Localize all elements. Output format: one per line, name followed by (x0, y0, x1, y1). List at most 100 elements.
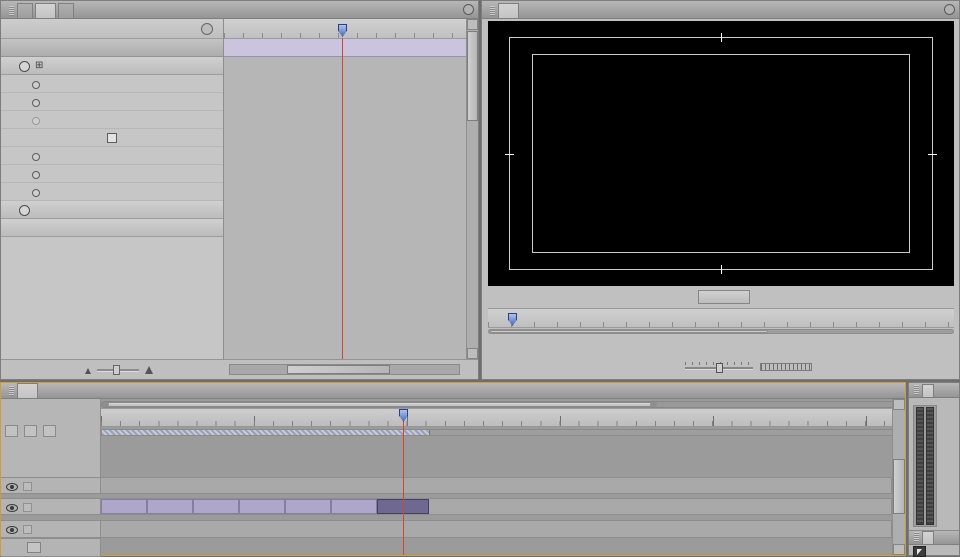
effect-timeline-clip-bar[interactable] (224, 39, 468, 57)
toggle-track-output-icon[interactable] (6, 483, 18, 491)
panel-drag-grip[interactable] (9, 386, 14, 396)
timeline-clip[interactable] (285, 499, 331, 514)
track-video2-content[interactable] (101, 498, 892, 515)
program-video-area[interactable] (488, 21, 954, 286)
scrollbar-thumb[interactable] (893, 459, 905, 514)
step-forward-button[interactable] (763, 338, 783, 355)
selection-tool-button[interactable] (913, 546, 926, 557)
loop-button[interactable] (818, 338, 838, 355)
toggle-track-output-icon[interactable] (6, 526, 18, 534)
work-area-bar[interactable] (102, 430, 430, 435)
viewing-area-bar[interactable] (101, 401, 894, 408)
zoom-level-select[interactable] (698, 290, 750, 304)
scrollbar-thumb[interactable] (287, 365, 390, 374)
export-frame-button[interactable] (866, 359, 886, 376)
scroll-down-icon[interactable] (467, 348, 478, 359)
timeline-vertical-scrollbar[interactable] (892, 399, 905, 555)
scroll-up-icon[interactable] (467, 19, 478, 30)
tab-audio-mixer[interactable] (58, 3, 74, 18)
set-marker-button[interactable] (644, 338, 664, 355)
output-menu-button[interactable] (862, 338, 882, 355)
timeline-clip[interactable] (101, 499, 147, 514)
timeline-clip[interactable] (331, 499, 377, 514)
play-button[interactable] (741, 338, 761, 355)
viewing-area-thumb[interactable] (102, 402, 656, 407)
track-video3-content[interactable] (101, 477, 892, 494)
scroll-down-icon[interactable] (893, 544, 905, 555)
set-out-point-button[interactable] (620, 338, 640, 355)
extract-button[interactable] (844, 359, 864, 376)
track-video1-content[interactable] (101, 520, 892, 538)
effect-row-opacity[interactable] (1, 201, 223, 219)
tab-timeline[interactable] (17, 383, 38, 398)
effect-row-uniform-scale (1, 129, 223, 147)
tab-tools[interactable] (922, 531, 934, 544)
toggle-track-output-icon[interactable] (6, 504, 18, 512)
show-hide-timeline-button[interactable] (201, 23, 213, 35)
safe-margins-button[interactable] (840, 338, 860, 355)
set-in-point-button[interactable] (596, 338, 616, 355)
program-viewing-area-bar[interactable] (488, 329, 954, 334)
set-display-style-button[interactable] (27, 542, 41, 553)
zoom-slider-thumb[interactable] (113, 365, 120, 375)
tab-source[interactable] (17, 3, 33, 18)
toggle-animation-icon[interactable] (32, 171, 40, 179)
effect-enabled-icon[interactable] (19, 205, 30, 216)
vertical-scrollbar[interactable] (466, 19, 478, 359)
tab-audio-meters[interactable] (922, 384, 934, 397)
shuttle-slider[interactable] (685, 362, 753, 372)
toggle-animation-icon[interactable] (32, 189, 40, 197)
track-lock-toggle[interactable] (23, 525, 32, 534)
viewing-area-left-grip[interactable] (102, 402, 109, 407)
shuttle-thumb[interactable] (716, 363, 723, 373)
toggle-animation-icon[interactable] (32, 81, 40, 89)
work-area-lane[interactable] (101, 429, 894, 436)
zoom-in-icon[interactable] (145, 366, 153, 374)
panel-drag-grip[interactable] (9, 6, 14, 16)
timeline-clip[interactable] (147, 499, 193, 514)
effect-row-motion[interactable]: ⊞ (1, 57, 223, 75)
panel-drag-grip[interactable] (914, 532, 919, 542)
track-lock-toggle[interactable] (23, 482, 32, 491)
horizontal-scrollbar[interactable] (229, 364, 460, 375)
effect-controls-mini-timeline[interactable] (223, 19, 468, 359)
go-to-in-button[interactable] (697, 338, 717, 355)
snap-toggle[interactable] (5, 425, 18, 437)
panel-menu-icon[interactable] (944, 4, 955, 15)
timeline-ruler-zone (101, 399, 894, 445)
marker-menu-button[interactable] (43, 425, 56, 437)
toggle-animation-icon[interactable] (32, 99, 40, 107)
scrollbar-thumb[interactable] (467, 31, 478, 121)
effect-row-time-remapping[interactable] (1, 219, 223, 237)
set-sequence-marker-button[interactable] (24, 425, 37, 437)
panel-drag-grip[interactable] (914, 385, 919, 395)
timeline-ruler[interactable] (101, 409, 894, 427)
track-lock-toggle[interactable] (23, 503, 32, 512)
meter-bar-left (916, 407, 924, 525)
timeline-toggles (5, 425, 56, 437)
tab-effect-controls[interactable] (35, 3, 56, 18)
current-time-indicator[interactable] (508, 313, 517, 326)
effect-enabled-icon[interactable] (19, 61, 30, 72)
go-to-out-button[interactable] (785, 338, 805, 355)
tab-program[interactable] (498, 3, 519, 18)
effect-row-scale (1, 93, 223, 111)
scroll-up-icon[interactable] (893, 399, 905, 410)
timeline-clip[interactable] (193, 499, 239, 514)
panel-drag-grip[interactable] (490, 6, 495, 16)
step-back-button[interactable] (719, 338, 739, 355)
toggle-animation-icon[interactable] (32, 153, 40, 161)
viewing-area-right-grip[interactable] (650, 402, 657, 407)
lift-button[interactable] (822, 359, 842, 376)
go-to-next-edit-button[interactable] (620, 359, 640, 376)
zoom-out-icon[interactable] (85, 368, 91, 374)
program-ruler[interactable] (488, 308, 954, 328)
monitor-menu-button[interactable] (888, 359, 908, 376)
panel-menu-icon[interactable] (463, 4, 474, 15)
go-to-prev-edit-button[interactable] (596, 359, 616, 376)
uniform-scale-checkbox[interactable] (107, 133, 117, 143)
viewing-area-thumb[interactable] (490, 330, 768, 333)
timeline-clip[interactable] (239, 499, 285, 514)
jog-disk[interactable] (760, 363, 812, 371)
video-effects-header (1, 39, 223, 57)
